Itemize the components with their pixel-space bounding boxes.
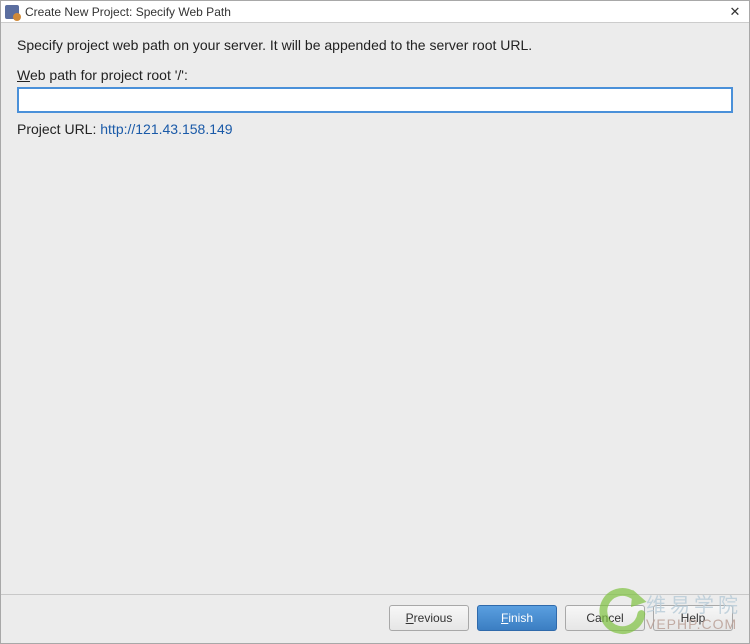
web-path-label-text: eb path for project root '/': [30, 67, 188, 83]
app-icon [5, 5, 19, 19]
close-icon[interactable]: ✕ [727, 4, 743, 20]
finish-mnemonic: F [501, 611, 508, 625]
titlebar-title: Create New Project: Specify Web Path [25, 5, 727, 19]
finish-label: inish [508, 611, 533, 625]
titlebar: Create New Project: Specify Web Path ✕ [1, 1, 749, 23]
dialog-content: Specify project web path on your server.… [1, 23, 749, 643]
help-label: Help [681, 611, 706, 625]
web-path-mnemonic: W [17, 67, 30, 83]
cancel-label: Cancel [586, 611, 623, 625]
instruction-text: Specify project web path on your server.… [17, 37, 733, 53]
help-button[interactable]: Help [653, 605, 733, 631]
button-divider [1, 594, 749, 595]
project-url-value: http://121.43.158.149 [100, 121, 232, 137]
project-url-line: Project URL: http://121.43.158.149 [17, 121, 733, 137]
web-path-label: Web path for project root '/': [17, 67, 733, 83]
content-spacer [17, 137, 733, 594]
button-row: Previous Finish Cancel Help [17, 605, 733, 635]
project-url-label: Project URL: [17, 121, 100, 137]
finish-button[interactable]: Finish [477, 605, 557, 631]
cancel-button[interactable]: Cancel [565, 605, 645, 631]
previous-mnemonic: P [406, 611, 414, 625]
web-path-input[interactable] [17, 87, 733, 113]
previous-label: revious [414, 611, 453, 625]
dialog-window: Create New Project: Specify Web Path ✕ S… [0, 0, 750, 644]
previous-button[interactable]: Previous [389, 605, 469, 631]
